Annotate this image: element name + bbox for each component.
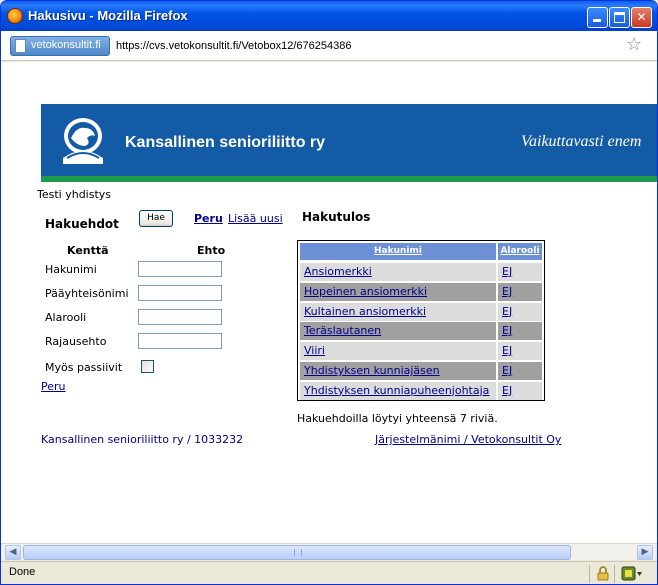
firefox-icon <box>7 8 23 24</box>
status-separator <box>614 565 615 583</box>
table-row: Ansiomerkki EJ <box>300 263 544 281</box>
result-role-link[interactable]: EJ <box>502 344 512 357</box>
result-name-link[interactable]: Kultainen ansiomerkki <box>304 305 426 318</box>
result-name-link[interactable]: Hopeinen ansiomerkki <box>304 285 427 298</box>
footer-org: Kansallinen senioriliitto ry / 1033232 <box>41 433 244 446</box>
result-role-cell: EJ <box>498 322 542 341</box>
result-name-link[interactable]: Teräslautanen <box>304 324 381 337</box>
url-field[interactable]: https://cvs.vetokonsultit.fi/Vetobox12/6… <box>116 40 351 52</box>
hakunimi-input[interactable] <box>138 261 222 277</box>
rajausehto-input[interactable] <box>138 333 222 349</box>
bottom-cancel-link[interactable]: Peru <box>41 380 66 393</box>
result-name-cell: Ansiomerkki <box>300 263 496 281</box>
result-name-link[interactable]: Yhdistyksen kunniajäsen <box>304 364 440 377</box>
minimize-icon <box>593 19 601 22</box>
search-button[interactable]: Hae <box>139 210 173 227</box>
scroll-right-button[interactable]: ▶ <box>637 545 653 560</box>
browser-window: Hakusivu - Mozilla Firefox ✕ vetokonsult… <box>0 0 658 585</box>
table-row: Teräslautanen EJ <box>300 322 544 341</box>
banner-stripe <box>41 176 657 182</box>
maximize-button[interactable] <box>609 7 630 28</box>
banner-slogan: Vaikuttavasti enem <box>521 133 642 150</box>
criteria-title: Hakuehdot <box>45 217 119 231</box>
association-name: Testi yhdistys <box>37 188 112 201</box>
field-label-rajausehto: Rajausehto <box>45 335 107 348</box>
result-role-link[interactable]: EJ <box>502 364 512 377</box>
minimize-button[interactable] <box>587 7 608 28</box>
scroll-thumb[interactable] <box>23 545 571 560</box>
result-name-link[interactable]: Ansiomerkki <box>304 265 372 278</box>
scroll-left-button[interactable]: ◀ <box>5 545 21 560</box>
result-name-link[interactable]: Viiri <box>304 344 325 357</box>
result-role-link[interactable]: EJ <box>502 265 512 278</box>
page-viewport: Kansallinen senioriliitto ry Vaikuttavas… <box>1 62 657 543</box>
results-header-role[interactable]: Alarooli <box>498 243 542 260</box>
page-icon <box>15 39 26 53</box>
lion-emblem-icon <box>63 118 103 164</box>
result-role-cell: EJ <box>498 342 542 361</box>
title-bar[interactable]: Hakusivu - Mozilla Firefox ✕ <box>1 1 657 31</box>
result-name-cell: Yhdistyksen kunniapuheenjohtaja <box>300 381 496 400</box>
result-name-cell: Viiri <box>300 342 496 361</box>
result-role-cell: EJ <box>498 302 542 321</box>
address-bar: vetokonsultit.fi https://cvs.vetokonsult… <box>1 31 657 61</box>
result-role-cell: EJ <box>498 282 542 301</box>
site-identity-label: vetokonsultit.fi <box>31 39 101 51</box>
table-row: Hopeinen ansiomerkki EJ <box>300 282 544 301</box>
result-name-cell: Yhdistyksen kunniajäsen <box>300 362 496 380</box>
column-header-condition: Ehto <box>197 244 226 257</box>
passive-checkbox[interactable] <box>141 360 154 373</box>
maximize-icon <box>614 12 625 23</box>
column-header-field: Kenttä <box>67 244 109 257</box>
addon-icon[interactable] <box>621 566 643 581</box>
field-label-paayhteisonimi: Pääyhteisönimi <box>45 287 129 300</box>
paayhteisonimi-input[interactable] <box>138 285 222 301</box>
result-role-cell: EJ <box>498 381 542 400</box>
footer-system-link[interactable]: Järjestelmänimi / Vetokonsultit Oy <box>375 433 561 446</box>
header-banner: Kansallinen senioriliitto ry Vaikuttavas… <box>41 104 657 182</box>
cancel-link[interactable]: Peru <box>194 212 223 225</box>
close-button[interactable]: ✕ <box>631 7 652 28</box>
close-icon: ✕ <box>636 10 647 24</box>
result-role-link[interactable]: EJ <box>502 305 512 318</box>
result-count: Hakuehdoilla löytyi yhteensä 7 riviä. <box>297 412 498 425</box>
result-role-cell: EJ <box>498 362 542 380</box>
horizontal-scrollbar[interactable]: ◀ ▶ <box>1 543 657 560</box>
results-table: Hakunimi Alarooli Ansiomerkki EJ Hopeinen … <box>297 240 545 401</box>
window-title: Hakusivu - Mozilla Firefox <box>28 8 188 23</box>
status-bar: Done <box>1 561 657 584</box>
result-name-link[interactable]: Yhdistyksen kunniapuheenjohtaja <box>304 384 489 397</box>
table-row: Yhdistyksen kunniapuheenjohtaja EJ <box>300 381 544 400</box>
passive-label: Myös passiivit <box>45 361 123 374</box>
alarooli-input[interactable] <box>138 309 222 325</box>
result-name-cell: Kultainen ansiomerkki <box>300 302 496 321</box>
scroll-grip <box>294 549 302 556</box>
field-label-alarooli: Alarooli <box>45 311 87 324</box>
result-role-link[interactable]: EJ <box>502 324 512 337</box>
add-new-link[interactable]: Lisää uusi <box>228 212 283 225</box>
field-label-hakunimi: Hakunimi <box>45 263 97 276</box>
table-row: Viiri EJ <box>300 342 544 361</box>
status-text: Done <box>9 566 36 578</box>
result-name-cell: Hopeinen ansiomerkki <box>300 282 496 301</box>
status-separator <box>589 565 590 583</box>
star-icon[interactable]: ☆ <box>626 36 642 54</box>
table-row: Kultainen ansiomerkki EJ <box>300 302 544 321</box>
lock-icon[interactable] <box>597 566 609 581</box>
result-role-link[interactable]: EJ <box>502 384 512 397</box>
result-role-link[interactable]: EJ <box>502 285 512 298</box>
table-row: Yhdistyksen kunniajäsen EJ <box>300 362 544 380</box>
site-identity-button[interactable]: vetokonsultit.fi <box>10 36 110 56</box>
result-name-cell: Teräslautanen <box>300 322 496 341</box>
banner-org-name: Kansallinen senioriliitto ry <box>125 134 326 151</box>
results-header-name[interactable]: Hakunimi <box>300 243 496 260</box>
result-role-cell: EJ <box>498 263 542 281</box>
results-title: Hakutulos <box>302 210 371 224</box>
